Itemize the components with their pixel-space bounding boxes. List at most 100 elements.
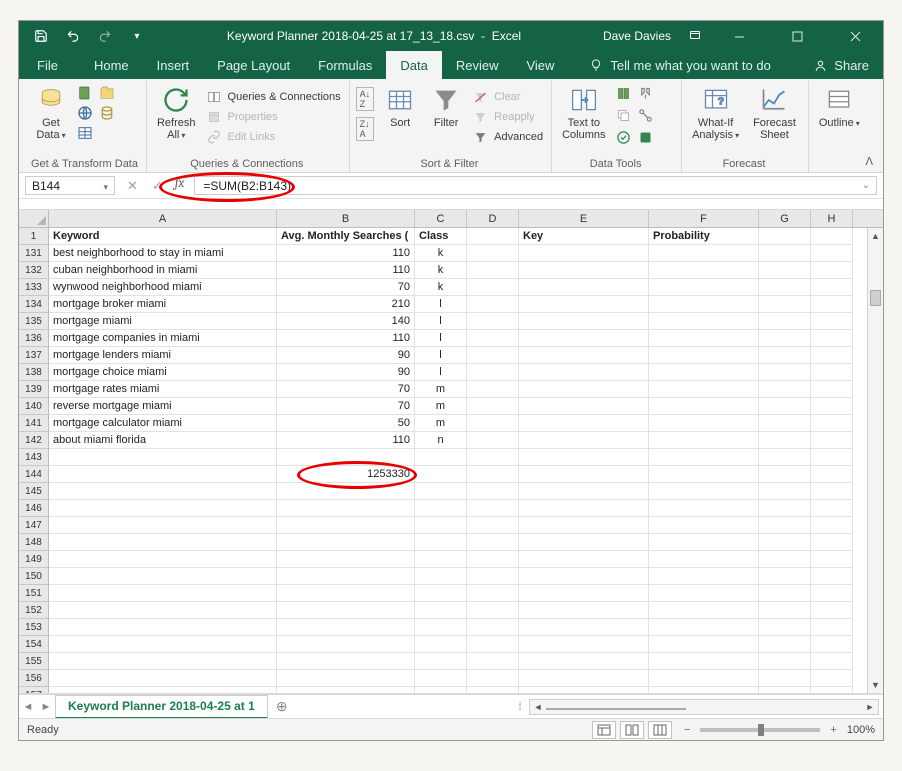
get-data-button[interactable]: GetData bbox=[31, 83, 71, 144]
cell[interactable] bbox=[759, 517, 811, 534]
cell[interactable] bbox=[811, 364, 853, 381]
cell[interactable] bbox=[49, 483, 277, 500]
cell[interactable] bbox=[467, 653, 519, 670]
cell[interactable]: l bbox=[415, 347, 467, 364]
cell[interactable] bbox=[277, 500, 415, 517]
properties-button[interactable]: Properties bbox=[206, 109, 278, 125]
cell[interactable] bbox=[467, 398, 519, 415]
zoom-in-icon[interactable]: + bbox=[830, 724, 836, 736]
cell[interactable] bbox=[467, 670, 519, 687]
sort-desc-button[interactable]: Z↓A bbox=[356, 117, 374, 141]
cell[interactable] bbox=[277, 449, 415, 466]
cell[interactable] bbox=[811, 279, 853, 296]
row-header[interactable]: 140 bbox=[19, 398, 48, 415]
cell[interactable] bbox=[467, 483, 519, 500]
cell[interactable] bbox=[467, 347, 519, 364]
cell[interactable] bbox=[759, 432, 811, 449]
cell[interactable] bbox=[467, 619, 519, 636]
cell[interactable] bbox=[277, 551, 415, 568]
formula-input[interactable]: =SUM(B2:B143) ⌄ bbox=[194, 176, 877, 195]
cell[interactable]: mortgage lenders miami bbox=[49, 347, 277, 364]
cell[interactable] bbox=[811, 330, 853, 347]
cell[interactable]: l bbox=[415, 364, 467, 381]
cell[interactable] bbox=[49, 449, 277, 466]
cell[interactable] bbox=[519, 296, 649, 313]
cell[interactable] bbox=[649, 330, 759, 347]
cell[interactable] bbox=[811, 534, 853, 551]
cell[interactable] bbox=[415, 687, 467, 693]
cell[interactable]: mortgage broker miami bbox=[49, 296, 277, 313]
cell[interactable]: Avg. Monthly Searches ( bbox=[277, 228, 415, 245]
cell[interactable] bbox=[649, 636, 759, 653]
cell[interactable] bbox=[277, 483, 415, 500]
cell[interactable] bbox=[519, 347, 649, 364]
cell[interactable] bbox=[649, 551, 759, 568]
cell[interactable]: mortgage calculator miami bbox=[49, 415, 277, 432]
cell[interactable] bbox=[415, 670, 467, 687]
cell[interactable]: 210 bbox=[277, 296, 415, 313]
row-header[interactable]: 156 bbox=[19, 670, 48, 687]
cell[interactable] bbox=[759, 381, 811, 398]
cell[interactable] bbox=[811, 381, 853, 398]
row-header[interactable]: 135 bbox=[19, 313, 48, 330]
cell[interactable]: 110 bbox=[277, 245, 415, 262]
cell[interactable] bbox=[649, 568, 759, 585]
cell[interactable] bbox=[759, 483, 811, 500]
cell[interactable]: m bbox=[415, 398, 467, 415]
row-header[interactable]: 147 bbox=[19, 517, 48, 534]
cell[interactable] bbox=[811, 262, 853, 279]
tab-page-layout[interactable]: Page Layout bbox=[203, 51, 304, 79]
cell[interactable] bbox=[649, 687, 759, 693]
cell[interactable]: m bbox=[415, 415, 467, 432]
cell[interactable] bbox=[649, 500, 759, 517]
cell[interactable] bbox=[811, 500, 853, 517]
cell[interactable]: 1253330 bbox=[277, 466, 415, 483]
cell[interactable] bbox=[519, 279, 649, 296]
cell[interactable] bbox=[415, 568, 467, 585]
cell[interactable]: mortgage companies in miami bbox=[49, 330, 277, 347]
row-header[interactable]: 145 bbox=[19, 483, 48, 500]
cell[interactable] bbox=[519, 619, 649, 636]
cell[interactable]: reverse mortgage miami bbox=[49, 398, 277, 415]
cell[interactable] bbox=[519, 381, 649, 398]
cell[interactable] bbox=[811, 466, 853, 483]
cell[interactable]: Keyword bbox=[49, 228, 277, 245]
cell[interactable] bbox=[519, 449, 649, 466]
consolidate-icon[interactable] bbox=[638, 85, 654, 101]
row-header[interactable]: 150 bbox=[19, 568, 48, 585]
cell[interactable] bbox=[415, 449, 467, 466]
cell[interactable] bbox=[49, 670, 277, 687]
cell[interactable] bbox=[649, 466, 759, 483]
sheet-nav-prev-icon[interactable]: ◄ bbox=[19, 701, 37, 713]
cell[interactable] bbox=[467, 415, 519, 432]
view-normal-icon[interactable] bbox=[592, 721, 616, 739]
cell[interactable] bbox=[759, 466, 811, 483]
cell[interactable] bbox=[467, 568, 519, 585]
cell[interactable] bbox=[759, 245, 811, 262]
cell[interactable] bbox=[467, 313, 519, 330]
cell[interactable] bbox=[467, 262, 519, 279]
zoom-slider-knob[interactable] bbox=[758, 724, 764, 736]
edit-links-button[interactable]: Edit Links bbox=[206, 129, 276, 145]
cell[interactable] bbox=[415, 483, 467, 500]
cell[interactable]: m bbox=[415, 381, 467, 398]
cell[interactable]: wynwood neighborhood miami bbox=[49, 279, 277, 296]
cell[interactable] bbox=[467, 228, 519, 245]
cell[interactable] bbox=[519, 245, 649, 262]
cell[interactable] bbox=[49, 517, 277, 534]
row-header[interactable]: 136 bbox=[19, 330, 48, 347]
cell[interactable]: l bbox=[415, 296, 467, 313]
row-header[interactable]: 151 bbox=[19, 585, 48, 602]
cell[interactable] bbox=[519, 517, 649, 534]
cell[interactable] bbox=[649, 534, 759, 551]
cell[interactable] bbox=[759, 602, 811, 619]
cell[interactable] bbox=[415, 602, 467, 619]
cell[interactable]: 110 bbox=[277, 330, 415, 347]
qat-customize-icon[interactable]: ▾ bbox=[129, 28, 145, 44]
cell[interactable] bbox=[759, 568, 811, 585]
cell[interactable] bbox=[519, 466, 649, 483]
cell[interactable] bbox=[415, 517, 467, 534]
undo-icon[interactable] bbox=[65, 28, 81, 44]
cell[interactable]: best neighborhood to stay in miami bbox=[49, 245, 277, 262]
cell[interactable] bbox=[811, 585, 853, 602]
